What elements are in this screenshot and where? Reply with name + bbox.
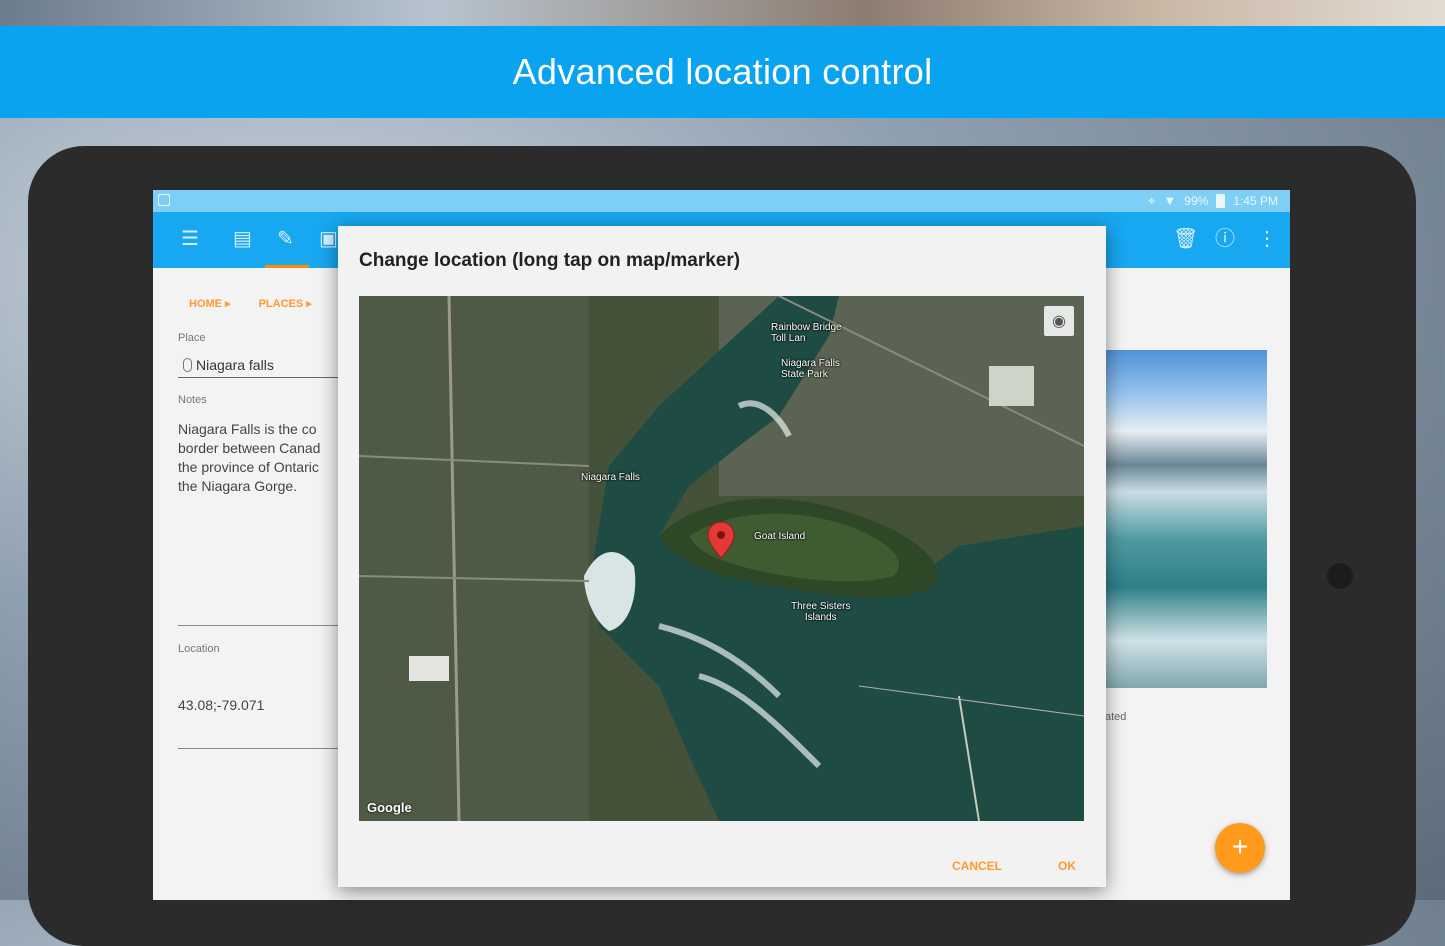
map-label-niagara-falls: Niagara Falls — [581, 472, 640, 483]
place-photo[interactable] — [1105, 350, 1267, 688]
status-time: 1:45 PM — [1233, 193, 1278, 208]
place-value[interactable]: Niagara falls — [196, 357, 274, 373]
breadcrumb-home[interactable]: HOME ▸ — [189, 297, 231, 310]
map-label-rainbow-bridge: Rainbow Bridge Toll Lan — [771, 322, 842, 344]
place-input[interactable]: Niagara falls — [178, 353, 343, 378]
location-underline — [178, 748, 343, 749]
location-label: Location — [178, 643, 220, 655]
satellite-map[interactable]: Niagara Falls Goat Island Three Sisters … — [359, 296, 1084, 821]
battery-percent: 99% — [1184, 193, 1209, 208]
cancel-button[interactable]: CANCEL — [952, 859, 1002, 873]
location-value[interactable]: 43.08;-79.071 — [178, 697, 264, 713]
notes-field[interactable]: Niagara Falls is the co border between C… — [178, 420, 338, 496]
wifi-icon: ▼ — [1163, 193, 1177, 208]
my-location-button[interactable]: ◉ — [1044, 306, 1074, 336]
screenshot-icon — [158, 194, 170, 206]
image-icon[interactable]: ▣ — [319, 227, 338, 251]
notes-underline — [178, 625, 343, 626]
place-label: Place — [178, 332, 206, 344]
edit-icon[interactable]: ✎ — [277, 227, 294, 251]
google-logo: Google — [367, 800, 412, 815]
tablet-camera — [1327, 563, 1353, 589]
breadcrumb: HOME ▸ PLACES ▸ — [189, 297, 312, 310]
delete-icon[interactable]: 🗑 — [1173, 227, 1198, 251]
location-pin-icon: ⌖ — [1148, 193, 1156, 208]
list-icon[interactable]: ▤ — [233, 227, 252, 251]
battery-icon — [1216, 193, 1226, 208]
info-icon[interactable]: ⓘ — [1215, 227, 1235, 251]
active-tab-indicator — [265, 265, 309, 268]
map-label-goat-island: Goat Island — [754, 531, 806, 542]
notes-label: Notes — [178, 394, 207, 406]
more-vert-icon[interactable]: ⋮ — [1257, 227, 1277, 251]
photo-caption: ated — [1105, 711, 1127, 723]
breadcrumb-places[interactable]: PLACES ▸ — [259, 297, 312, 310]
status-bar: ⌖ ▼ 99% 1:45 PM — [153, 190, 1290, 212]
dialog-title: Change location (long tap on map/marker) — [359, 250, 741, 271]
background-photo — [0, 0, 1445, 26]
map-label-state-park: Niagara Falls State Park — [781, 358, 840, 380]
map-imagery[interactable] — [359, 296, 1084, 821]
my-location-icon: ◉ — [1052, 313, 1066, 330]
mic-icon[interactable] — [183, 358, 192, 372]
menu-icon[interactable]: ☰ — [181, 227, 199, 251]
promo-banner: Advanced location control — [0, 26, 1445, 118]
add-fab-button[interactable]: + — [1215, 823, 1265, 873]
dialog-actions: CANCEL OK — [952, 859, 1076, 873]
banner-title: Advanced location control — [512, 51, 933, 92]
ok-button[interactable]: OK — [1058, 859, 1076, 873]
change-location-dialog: Change location (long tap on map/marker) — [338, 226, 1106, 887]
map-label-three-sisters: Three Sisters Islands — [791, 601, 851, 623]
